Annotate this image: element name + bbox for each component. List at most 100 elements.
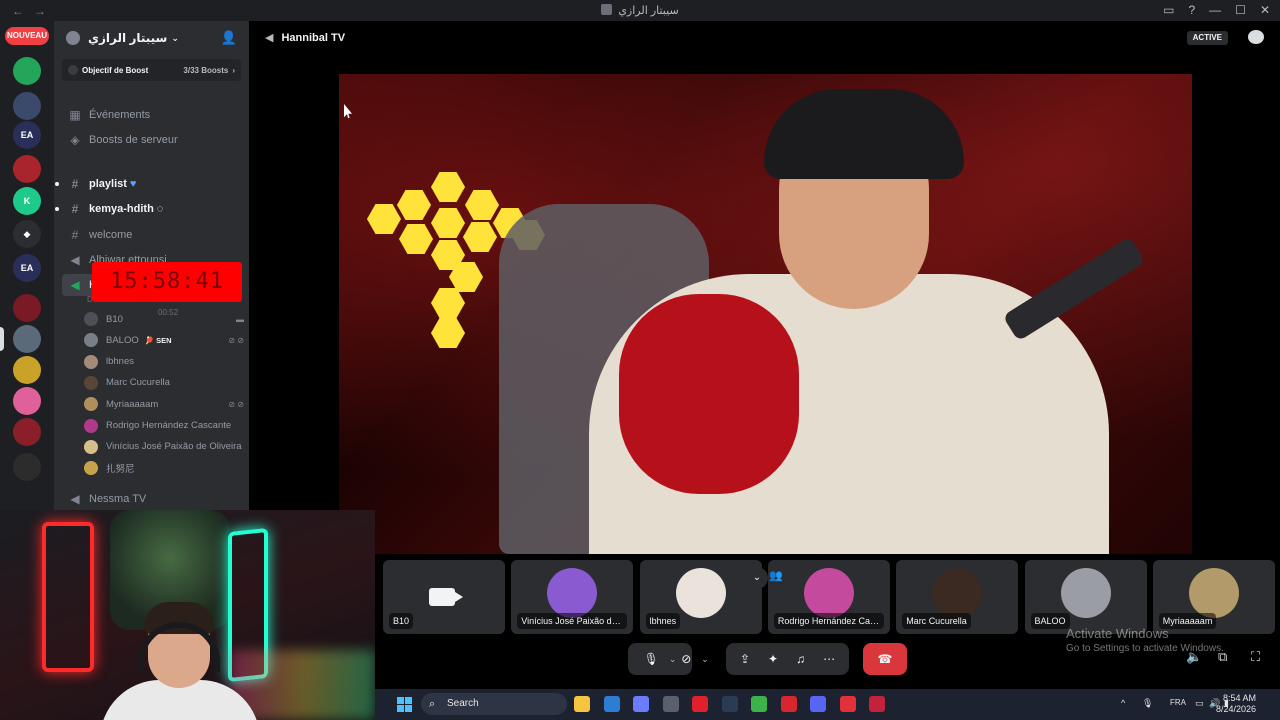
soundboard-icon[interactable]: ♫ bbox=[796, 652, 805, 666]
camera-button[interactable]: ⊘ ⌄ bbox=[673, 643, 717, 675]
hide-members-chevron-icon[interactable]: ⌄ bbox=[746, 567, 768, 589]
boost-gem-icon: ◈ bbox=[70, 133, 80, 147]
fullscreen-icon[interactable]: ⛶ bbox=[1251, 649, 1260, 665]
avatar bbox=[1060, 568, 1111, 618]
member-name: Rodrigo Hernández Cascante bbox=[106, 420, 232, 431]
voice-member[interactable]: Marc Cucurella bbox=[84, 373, 244, 393]
channel-playlist[interactable]: # playlist ♥ bbox=[55, 173, 242, 195]
clock-date: 8/24/2026 bbox=[1215, 704, 1256, 714]
server-icon[interactable]: ◆ bbox=[13, 220, 41, 248]
server-icon[interactable] bbox=[13, 418, 41, 446]
sidebar-item-label: Boosts de serveur bbox=[89, 134, 178, 146]
chevron-down-icon[interactable]: ⌄ bbox=[701, 654, 709, 665]
avatar bbox=[84, 439, 98, 454]
hang-up-icon: ☎ bbox=[877, 652, 893, 666]
main-screen-share[interactable] bbox=[339, 74, 1192, 554]
server-icon[interactable] bbox=[13, 294, 41, 322]
server-icon[interactable] bbox=[13, 356, 41, 384]
discord-icon[interactable] bbox=[810, 696, 826, 712]
close-button[interactable]: ✕ bbox=[1260, 3, 1270, 17]
member-name: Marc Cucurella bbox=[106, 377, 170, 389]
maximize-button[interactable]: ☐ bbox=[1235, 3, 1246, 17]
server-icon[interactable]: EA bbox=[13, 121, 41, 149]
voice-member[interactable]: lbhnes bbox=[84, 352, 244, 372]
file-explorer-icon[interactable] bbox=[574, 696, 590, 712]
invite-people-icon[interactable]: 👤 bbox=[221, 30, 237, 46]
channel-nessma-tv[interactable]: ◀ Nessma TV bbox=[62, 488, 242, 510]
language-indicator[interactable]: FRA bbox=[1170, 698, 1186, 707]
watermark-subtitle: Go to Settings to activate Windows. bbox=[1066, 643, 1224, 654]
avatar bbox=[84, 354, 98, 369]
disconnect-button[interactable]: ☎ bbox=[863, 643, 907, 675]
share-screen-icon[interactable]: ⇪ bbox=[740, 652, 750, 666]
channel-kemya-hdith[interactable]: # kemya-hdith ◌ bbox=[55, 198, 242, 220]
activity-status-badge[interactable]: ACTIVE bbox=[1186, 31, 1228, 45]
more-options-icon[interactable]: ⋯ bbox=[823, 652, 835, 666]
participant-tile[interactable]: B10 bbox=[383, 560, 505, 634]
app-red-icon[interactable] bbox=[780, 696, 797, 712]
voice-member[interactable]: 扎努尼 bbox=[84, 458, 244, 478]
participant-tile[interactable]: lbhnes bbox=[639, 560, 762, 634]
store-icon[interactable] bbox=[603, 696, 620, 712]
member-name: Vinícius José Paixão de Oliveira bbox=[106, 441, 242, 453]
copilot-icon[interactable] bbox=[633, 696, 649, 712]
server-icon[interactable]: K bbox=[13, 187, 41, 215]
speech-bubble-icon: ◌ bbox=[156, 203, 164, 215]
chat-bubble-icon[interactable] bbox=[1248, 30, 1264, 44]
people-icon[interactable]: 👥 bbox=[769, 569, 783, 582]
system-clock[interactable]: 8:54 AM 8/24/2026 bbox=[1216, 693, 1256, 715]
server-icon[interactable] bbox=[13, 57, 41, 85]
unread-indicator bbox=[55, 182, 59, 186]
participant-tile[interactable]: Marc Cucurella bbox=[896, 560, 1019, 634]
voice-member[interactable]: Rodrigo Hernández Cascante bbox=[84, 416, 244, 436]
anydesk-icon[interactable] bbox=[839, 696, 856, 712]
voice-member[interactable]: Myriaaaaam ⊘ ⊘ bbox=[84, 394, 244, 414]
participant-tile[interactable]: Myriaaaaam bbox=[1152, 560, 1275, 634]
text-channel-icon: # bbox=[71, 202, 79, 216]
voice-member[interactable]: BALOO 🏓 SEN ⊘ ⊘ bbox=[84, 330, 244, 350]
start-button[interactable] bbox=[397, 697, 412, 712]
member-name: Myriaaaaam bbox=[106, 398, 159, 410]
calculator-icon[interactable] bbox=[662, 696, 679, 712]
opera-icon[interactable] bbox=[692, 696, 708, 712]
boost-goal-bar[interactable]: Objectif de Boost 3/33 Boosts › bbox=[62, 59, 241, 81]
voice-member[interactable]: Vinícius José Paixão de Oliveira bbox=[84, 437, 244, 457]
tray-mic-icon[interactable]: 🎙 bbox=[1142, 698, 1153, 709]
app-red-2-icon[interactable] bbox=[869, 696, 885, 712]
taskbar-search[interactable]: ⌕ Search bbox=[421, 693, 567, 715]
participant-tile[interactable]: BALOO bbox=[1024, 560, 1147, 634]
server-header[interactable]: سيبتار الرازي ⌄ 👤 bbox=[54, 21, 249, 55]
new-badge[interactable]: NOUVEAU bbox=[5, 27, 49, 45]
server-icon[interactable] bbox=[13, 325, 41, 353]
tray-chevron-icon[interactable]: ^ bbox=[1121, 698, 1125, 708]
server-icon[interactable] bbox=[13, 92, 41, 120]
sidebar-item-label: Événements bbox=[89, 109, 151, 121]
member-tag: 🏓 SEN bbox=[144, 335, 172, 345]
activities-icon[interactable]: ✦ bbox=[768, 652, 778, 666]
help-icon[interactable]: ? bbox=[1188, 3, 1195, 17]
boost-count: 3/33 Boosts bbox=[183, 65, 229, 75]
minimize-button[interactable]: — bbox=[1209, 3, 1221, 17]
chrome-icon[interactable] bbox=[751, 696, 767, 712]
channel-welcome[interactable]: # welcome bbox=[62, 224, 242, 246]
participant-tile[interactable]: Rodrigo Hernández Cas... bbox=[767, 560, 890, 634]
avatar bbox=[84, 418, 98, 433]
participant-tile[interactable]: Vinícius José Paixão de ... bbox=[511, 560, 634, 634]
channel-label: kemya-hdith bbox=[89, 203, 154, 215]
camera-off-icon: ⊘ bbox=[681, 652, 692, 666]
server-icon[interactable] bbox=[13, 155, 41, 183]
inbox-icon[interactable]: ▭ bbox=[1163, 3, 1174, 17]
microphone-icon: 🎙 bbox=[643, 652, 659, 666]
server-icon[interactable] bbox=[13, 387, 41, 415]
avatar bbox=[84, 333, 98, 348]
sidebar-item-events[interactable]: ▦ Événements bbox=[62, 104, 242, 126]
steam-icon[interactable] bbox=[721, 696, 738, 712]
member-name: BALOO bbox=[106, 334, 139, 346]
channel-label: playlist bbox=[89, 178, 127, 190]
network-icon[interactable]: ▭ bbox=[1195, 698, 1204, 709]
member-name: 扎努尼 bbox=[106, 464, 135, 476]
sidebar-item-server-boosts[interactable]: ◈ Boosts de serveur bbox=[62, 129, 242, 151]
server-icon[interactable] bbox=[13, 453, 41, 481]
avatar bbox=[803, 568, 854, 618]
server-icon[interactable]: EA bbox=[13, 254, 41, 282]
